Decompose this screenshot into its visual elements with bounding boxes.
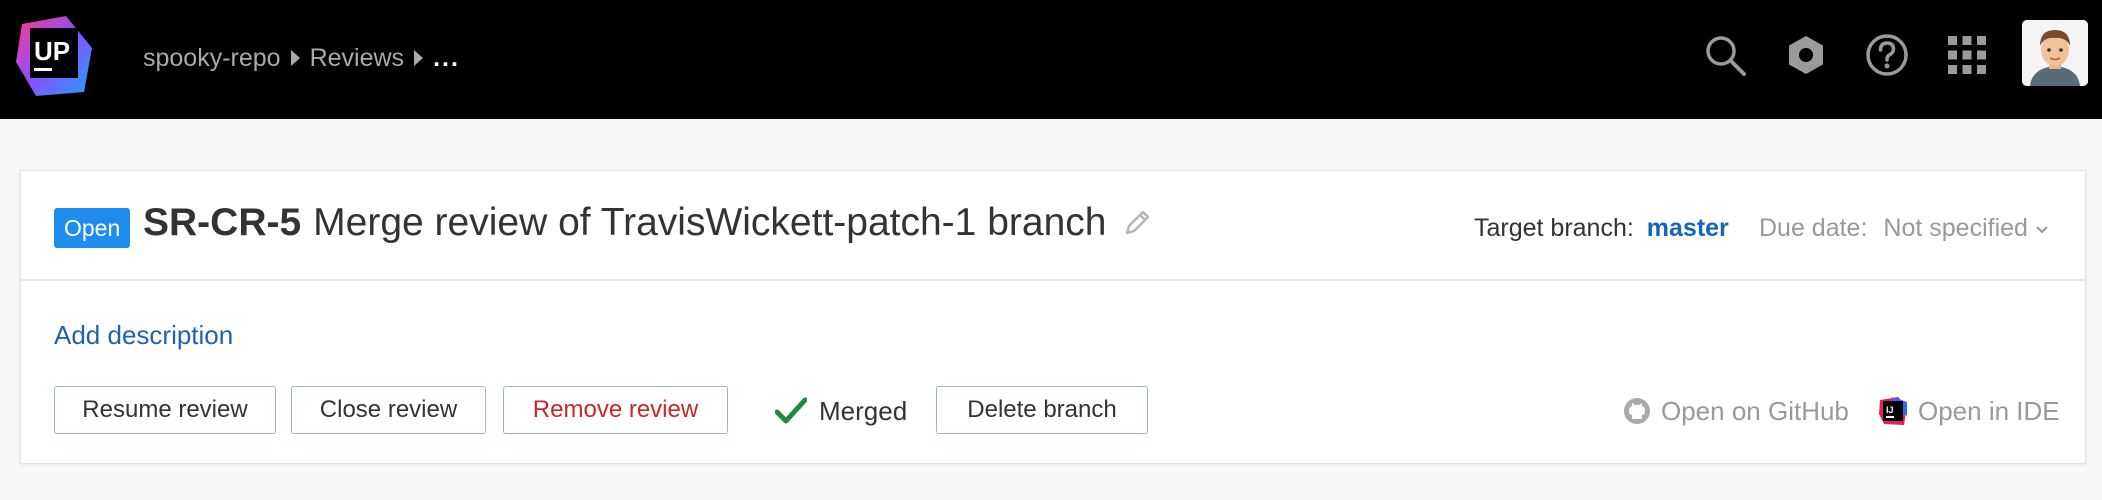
edit-pencil-icon[interactable] <box>1122 208 1152 238</box>
user-avatar[interactable] <box>2022 20 2088 86</box>
breadcrumb-repo[interactable]: spooky-repo <box>143 44 281 73</box>
target-branch: Target branch: master <box>1474 214 1729 243</box>
svg-text:IJ: IJ <box>1886 405 1894 415</box>
open-on-github-link[interactable]: Open on GitHub <box>1623 391 1849 431</box>
apps-grid-icon[interactable] <box>1942 30 1992 80</box>
help-icon[interactable] <box>1862 30 1912 80</box>
status-badge: Open <box>54 208 131 248</box>
breadcrumb-separator-icon <box>414 50 424 66</box>
review-title-text: Merge review of TravisWickett-patch-1 br… <box>313 201 1107 244</box>
review-header: Open SR-CR-5 Merge review of TravisWicke… <box>21 171 2085 281</box>
chevron-down-icon[interactable] <box>2034 221 2050 237</box>
logo-text: UP <box>34 36 70 66</box>
close-review-button[interactable]: Close review <box>291 386 486 434</box>
intellij-icon: IJ <box>1878 396 1908 426</box>
top-navigation-bar: UP spooky-repo Reviews ... <box>0 0 2102 119</box>
add-description-link[interactable]: Add description <box>54 320 233 351</box>
open-in-ide-label[interactable]: Open in IDE <box>1918 396 2060 427</box>
breadcrumb-reviews[interactable]: Reviews <box>310 44 404 73</box>
delete-branch-button[interactable]: Delete branch <box>936 386 1148 434</box>
review-key: SR-CR-5 <box>143 201 302 244</box>
checkmark-icon <box>775 397 807 425</box>
merged-label: Merged <box>819 395 908 426</box>
remove-review-button[interactable]: Remove review <box>503 386 728 434</box>
due-date-selector[interactable]: Due date: Not specified <box>1759 214 2050 243</box>
review-title: SR-CR-5 Merge review of TravisWickett-pa… <box>143 201 1152 245</box>
breadcrumb-current[interactable]: ... <box>433 44 460 73</box>
open-on-github-label[interactable]: Open on GitHub <box>1661 396 1849 427</box>
breadcrumb: spooky-repo Reviews ... <box>143 38 460 78</box>
review-card: Open SR-CR-5 Merge review of TravisWicke… <box>20 170 2086 464</box>
app-logo[interactable]: UP <box>14 14 98 98</box>
github-icon <box>1623 397 1651 425</box>
due-date-label: Due date: <box>1759 214 1868 242</box>
open-in-ide-link[interactable]: IJ Open in IDE <box>1878 391 2060 431</box>
settings-hex-icon[interactable] <box>1781 30 1831 80</box>
breadcrumb-separator-icon <box>290 50 300 66</box>
target-branch-label: Target branch: <box>1474 214 1634 242</box>
merged-status: Merged <box>775 389 907 433</box>
search-icon[interactable] <box>1700 30 1750 80</box>
target-branch-link[interactable]: master <box>1647 214 1729 242</box>
resume-review-button[interactable]: Resume review <box>54 386 276 434</box>
due-date-value[interactable]: Not specified <box>1883 214 2028 243</box>
